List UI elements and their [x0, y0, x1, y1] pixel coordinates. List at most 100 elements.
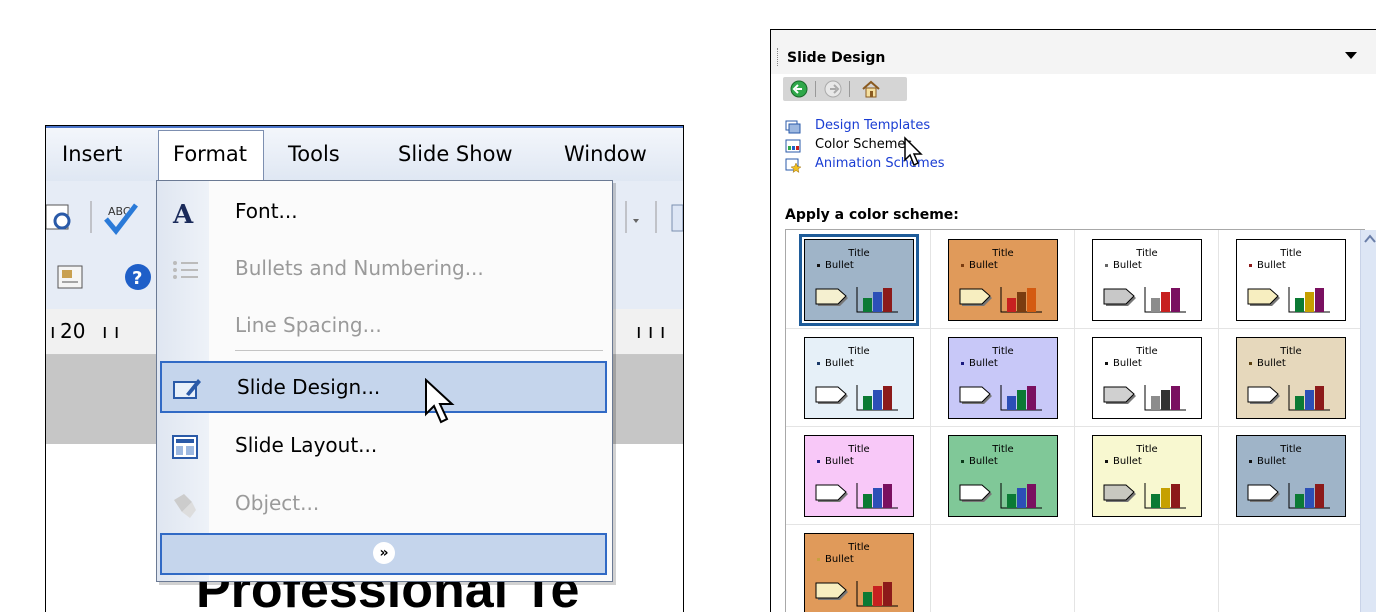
- menu-item-bullets-label: Bullets and Numbering...: [235, 256, 484, 280]
- thumbnail-bullet: Bullet: [1249, 358, 1286, 369]
- thumbnail-bullet: Bullet: [961, 260, 998, 271]
- scroll-up-icon[interactable]: [1361, 230, 1376, 248]
- menu-item-slide-layout[interactable]: Slide Layout...: [160, 421, 607, 473]
- thumbnail-title: Title: [848, 346, 870, 357]
- chevron-double-down-icon: »: [373, 542, 395, 564]
- bullet-dot: [1249, 263, 1252, 267]
- thumbnail-bullet-text: Bullet: [1257, 260, 1286, 271]
- menu-separator: [235, 350, 603, 351]
- thumbnail-bar-chart: [1288, 385, 1330, 411]
- bullet-dot: [1249, 459, 1252, 463]
- task-pane-nav-bar: [783, 77, 907, 101]
- menu-insert[interactable]: Insert: [62, 142, 122, 166]
- thumbnail-bar-chart: [856, 581, 898, 607]
- color-scheme-thumbnail[interactable]: Title Bullet: [948, 337, 1058, 419]
- ruler-ticks-right: ı ı ı: [636, 319, 666, 343]
- color-scheme-thumbnail[interactable]: Title Bullet: [1092, 435, 1202, 517]
- thumbnail-arrow-shape: [1103, 386, 1136, 404]
- menu-tools[interactable]: Tools: [288, 142, 340, 166]
- link-color-schemes-label: Color Schemes: [815, 137, 913, 152]
- toolbar-partial-icon[interactable]: [671, 204, 683, 232]
- bullet-dot: [1105, 361, 1108, 365]
- thumbnail-bar-chart: [1000, 483, 1042, 509]
- menu-slide-show[interactable]: Slide Show: [398, 142, 513, 166]
- thumbnail-title: Title: [1136, 346, 1158, 357]
- thumbnail-arrow-shape: [959, 288, 992, 306]
- ruler-ticks: ı ı: [102, 319, 120, 343]
- gallery-row-divider: [786, 426, 1360, 427]
- task-pane-icon[interactable]: [57, 265, 83, 289]
- color-scheme-thumbnail[interactable]: Title Bullet: [1092, 337, 1202, 419]
- ruler-mark: 20: [60, 319, 86, 343]
- bullet-dot: [961, 263, 964, 267]
- thumbnail-bullet-text: Bullet: [969, 358, 998, 369]
- color-scheme-thumbnail[interactable]: Title Bullet: [948, 239, 1058, 321]
- bullet-dot: [961, 459, 964, 463]
- menu-window[interactable]: Window: [564, 142, 647, 166]
- menu-item-font-label: Font...: [235, 199, 298, 223]
- help-icon[interactable]: ?: [125, 264, 151, 290]
- thumbnail-title: Title: [1280, 248, 1302, 259]
- thumbnail-bullet-text: Bullet: [1113, 260, 1142, 271]
- slide-design-icon: [173, 379, 201, 399]
- thumbnail-title: Title: [1280, 346, 1302, 357]
- print-preview-icon[interactable]: [46, 204, 71, 230]
- menu-item-object: Object...: [160, 479, 607, 531]
- color-scheme-thumbnail[interactable]: Title Bullet: [1092, 239, 1202, 321]
- color-scheme-thumbnail[interactable]: Title Bullet: [804, 435, 914, 517]
- forward-icon: [824, 80, 842, 98]
- color-scheme-thumbnail[interactable]: Title Bullet: [804, 533, 914, 612]
- thumbnail-bar-chart: [856, 385, 898, 411]
- menu-item-font[interactable]: A Font...: [160, 187, 607, 239]
- thumbnail-title: Title: [992, 444, 1014, 455]
- thumbnail-arrow-shape: [815, 386, 848, 404]
- bullet-dot: [1249, 361, 1252, 365]
- home-icon[interactable]: [861, 79, 881, 99]
- thumbnail-bar-chart: [1288, 483, 1330, 509]
- menu-item-slide-layout-label: Slide Layout...: [235, 433, 378, 457]
- thumbnail-title: Title: [1280, 444, 1302, 455]
- thumbnail-title: Title: [1136, 248, 1158, 259]
- thumbnail-bar-chart: [1144, 287, 1186, 313]
- menu-expand-button[interactable]: »: [160, 533, 607, 575]
- pane-grip: [777, 48, 780, 66]
- thumbnail-arrow-shape: [1103, 288, 1136, 306]
- menu-item-object-label: Object...: [235, 491, 320, 515]
- thumbnail-bar-chart: [1144, 385, 1186, 411]
- slide-layout-icon: [172, 435, 198, 459]
- color-scheme-gallery: Title Bullet Title Bullet Title Bullet Title Bu…: [785, 229, 1376, 612]
- color-scheme-thumbnail[interactable]: Title Bullet: [1236, 337, 1346, 419]
- thumbnail-bar-chart: [856, 287, 898, 313]
- thumbnail-bullet-text: Bullet: [1257, 456, 1286, 467]
- thumbnail-arrow-shape: [1103, 484, 1136, 502]
- gallery-row-divider: [786, 328, 1360, 329]
- color-scheme-thumbnail[interactable]: Title Bullet: [1236, 239, 1346, 321]
- thumbnail-bar-chart: [1288, 287, 1330, 313]
- back-icon[interactable]: [789, 79, 809, 99]
- nav-separator-2: [849, 81, 850, 97]
- color-scheme-thumbnail[interactable]: Title Bullet: [804, 337, 914, 419]
- menu-item-slide-design[interactable]: Slide Design...: [160, 361, 607, 413]
- bullet-dot: [817, 459, 820, 463]
- thumbnail-bullet: Bullet: [961, 358, 998, 369]
- gallery-scrollbar[interactable]: [1360, 230, 1376, 612]
- ruler-tick-left: ı: [50, 319, 56, 343]
- thumbnail-bullet: Bullet: [817, 358, 854, 369]
- thumbnail-bullet: Bullet: [817, 260, 854, 271]
- gallery-column-divider: [1074, 230, 1075, 612]
- thumbnail-bullet-text: Bullet: [825, 554, 854, 565]
- svg-text:A: A: [172, 200, 194, 228]
- animation-schemes-icon: [785, 158, 801, 173]
- pane-dropdown-icon[interactable]: [1345, 52, 1357, 59]
- thumbnail-bullet: Bullet: [817, 554, 854, 565]
- menu-format[interactable]: Format: [158, 130, 264, 184]
- toolbar-dropdown-icon[interactable]: [633, 219, 639, 223]
- color-scheme-thumbnail[interactable]: Title Bullet: [1236, 435, 1346, 517]
- thumbnail-bullet: Bullet: [817, 456, 854, 467]
- thumbnail-bullet: Bullet: [1249, 456, 1286, 467]
- spelling-icon[interactable]: ABC: [104, 203, 138, 235]
- color-scheme-thumbnail[interactable]: Title Bullet: [799, 234, 919, 326]
- nav-separator: [815, 81, 816, 97]
- color-scheme-thumbnail[interactable]: Title Bullet: [948, 435, 1058, 517]
- thumbnail-arrow-shape: [1247, 484, 1280, 502]
